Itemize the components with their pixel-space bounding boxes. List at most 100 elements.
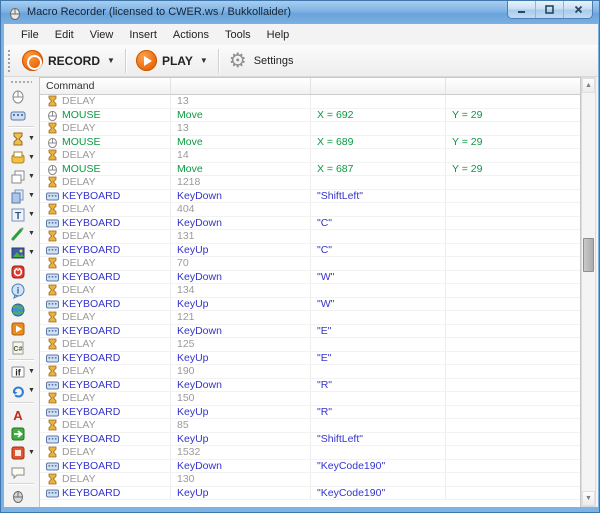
record-icon bbox=[22, 50, 43, 71]
table-row-mouse[interactable]: MOUSEMoveX = 687Y = 29 bbox=[40, 163, 580, 177]
keyboard-row-icon bbox=[46, 271, 59, 283]
table-row-delay[interactable]: DELAY70 bbox=[40, 257, 580, 271]
chevron-down-icon[interactable]: ▼ bbox=[28, 135, 35, 142]
table-row-keyboard[interactable]: KEYBOARDKeyDown"KeyCode190" bbox=[40, 460, 580, 474]
vertical-scrollbar[interactable]: ▲ ▼ bbox=[581, 77, 596, 507]
table-row-delay[interactable]: DELAY150 bbox=[40, 392, 580, 406]
table-row-delay[interactable]: DELAY13 bbox=[40, 95, 580, 109]
table-row-keyboard[interactable]: KEYBOARDKeyUp"W" bbox=[40, 298, 580, 312]
table-row-delay[interactable]: DELAY125 bbox=[40, 338, 580, 352]
chevron-down-icon[interactable]: ▼ bbox=[28, 211, 35, 218]
play-dropdown-caret[interactable]: ▼ bbox=[200, 56, 208, 65]
table-row-keyboard[interactable]: KEYBOARDKeyDown"W" bbox=[40, 271, 580, 285]
table-row-delay[interactable]: DELAY14 bbox=[40, 149, 580, 163]
sidebar-gripper[interactable] bbox=[10, 80, 32, 84]
command-cell: DELAY bbox=[62, 446, 96, 458]
table-row-delay[interactable]: DELAY85 bbox=[40, 419, 580, 433]
sidebar-button-loop[interactable]: ▼ bbox=[4, 381, 38, 400]
sidebar-button-website-globe[interactable] bbox=[4, 300, 38, 319]
toolbar-gripper[interactable] bbox=[7, 49, 12, 73]
minimize-button[interactable] bbox=[508, 1, 536, 18]
sidebar-button-clipboard[interactable]: ▼ bbox=[4, 186, 38, 205]
sidebar-button-launch-file[interactable]: ▼ bbox=[4, 148, 38, 167]
sidebar-button-keyboard[interactable] bbox=[4, 105, 38, 124]
sidebar-button-label[interactable]: A bbox=[4, 405, 38, 424]
table-row-keyboard[interactable]: KEYBOARDKeyDown"R" bbox=[40, 379, 580, 393]
sidebar-button-goto[interactable] bbox=[4, 424, 38, 443]
table-row-delay[interactable]: DELAY190 bbox=[40, 365, 580, 379]
menu-item-file[interactable]: File bbox=[13, 26, 47, 44]
sidebar-button-delay-hourglass[interactable]: ▼ bbox=[4, 129, 38, 148]
menu-item-help[interactable]: Help bbox=[259, 26, 298, 44]
loop-icon bbox=[10, 383, 26, 399]
toolbar-separator bbox=[125, 49, 126, 73]
settings-button[interactable]: ⚙ Settings bbox=[223, 48, 300, 74]
table-row-keyboard[interactable]: KEYBOARDKeyUp"E" bbox=[40, 352, 580, 366]
chevron-down-icon[interactable]: ▼ bbox=[28, 192, 35, 199]
table-row-delay[interactable]: DELAY131 bbox=[40, 230, 580, 244]
sidebar-button-mouse-pointer[interactable] bbox=[4, 486, 38, 505]
sidebar-button-shutdown[interactable] bbox=[4, 262, 38, 281]
sidebar-button-if-statement[interactable]: if▼ bbox=[4, 362, 38, 381]
menu-item-insert[interactable]: Insert bbox=[121, 26, 165, 44]
table-row-keyboard[interactable]: KEYBOARDKeyUp"ShiftLeft" bbox=[40, 433, 580, 447]
sidebar-button-window-command[interactable]: ▼ bbox=[4, 167, 38, 186]
close-button[interactable] bbox=[564, 1, 592, 18]
table-row-delay[interactable]: DELAY404 bbox=[40, 203, 580, 217]
record-dropdown-caret[interactable]: ▼ bbox=[107, 56, 115, 65]
command-cell: KEYBOARD bbox=[62, 244, 120, 256]
param3-cell bbox=[446, 95, 580, 108]
param2-cell bbox=[311, 365, 446, 378]
titlebar[interactable]: Macro Recorder (licensed to CWER.ws / Bu… bbox=[1, 1, 600, 24]
maximize-button[interactable] bbox=[536, 1, 564, 18]
column-header-4[interactable] bbox=[446, 78, 580, 94]
menu-item-tools[interactable]: Tools bbox=[217, 26, 259, 44]
scroll-down-button[interactable]: ▼ bbox=[582, 491, 595, 506]
sidebar-button-csharp-code[interactable]: C# bbox=[4, 338, 38, 357]
table-row-delay[interactable]: DELAY1218 bbox=[40, 176, 580, 190]
table-row-keyboard[interactable]: KEYBOARDKeyDown"E" bbox=[40, 325, 580, 339]
sidebar-button-comment[interactable] bbox=[4, 462, 38, 481]
table-row-delay[interactable]: DELAY13 bbox=[40, 122, 580, 136]
chevron-down-icon[interactable]: ▼ bbox=[28, 368, 35, 375]
menu-item-view[interactable]: View bbox=[82, 26, 122, 44]
column-header-command[interactable]: Command bbox=[40, 78, 171, 94]
sidebar-button-tooltip-info[interactable]: i bbox=[4, 281, 38, 300]
param1-cell: KeyUp bbox=[171, 406, 311, 419]
scrollbar-thumb[interactable] bbox=[583, 238, 594, 272]
column-header-2[interactable] bbox=[171, 78, 311, 94]
scroll-up-button[interactable]: ▲ bbox=[582, 78, 595, 93]
chevron-down-icon[interactable]: ▼ bbox=[28, 449, 35, 456]
param1-cell: KeyUp bbox=[171, 244, 311, 257]
table-row-delay[interactable]: DELAY134 bbox=[40, 284, 580, 298]
chevron-down-icon[interactable]: ▼ bbox=[28, 154, 35, 161]
chevron-down-icon[interactable]: ▼ bbox=[28, 173, 35, 180]
sidebar-button-mouse[interactable] bbox=[4, 86, 38, 105]
column-header-3[interactable] bbox=[311, 78, 446, 94]
menu-item-edit[interactable]: Edit bbox=[47, 26, 82, 44]
table-row-mouse[interactable]: MOUSEMoveX = 689Y = 29 bbox=[40, 136, 580, 150]
chevron-down-icon[interactable]: ▼ bbox=[28, 249, 35, 256]
table-row-keyboard[interactable]: KEYBOARDKeyUp"R" bbox=[40, 406, 580, 420]
record-button[interactable]: RECORD ▼ bbox=[16, 47, 121, 74]
table-row-mouse[interactable]: MOUSEMoveX = 692Y = 29 bbox=[40, 109, 580, 123]
sidebar-button-stop[interactable]: ▼ bbox=[4, 443, 38, 462]
table-row-delay[interactable]: DELAY1532 bbox=[40, 446, 580, 460]
sidebar-button-pixel-pen[interactable]: ▼ bbox=[4, 224, 38, 243]
table-row-delay[interactable]: DELAY130 bbox=[40, 473, 580, 487]
table-row-keyboard[interactable]: KEYBOARDKeyUp"KeyCode190" bbox=[40, 487, 580, 501]
table-row-keyboard[interactable]: KEYBOARDKeyDown"C" bbox=[40, 217, 580, 231]
play-button[interactable]: PLAY ▼ bbox=[130, 47, 214, 74]
chevron-down-icon[interactable]: ▼ bbox=[28, 230, 35, 237]
table-row-keyboard[interactable]: KEYBOARDKeyUp"C" bbox=[40, 244, 580, 258]
command-cell: KEYBOARD bbox=[62, 352, 120, 364]
sidebar-button-run-program[interactable] bbox=[4, 319, 38, 338]
param2-cell bbox=[311, 284, 446, 297]
sidebar-button-find-image[interactable]: ▼ bbox=[4, 243, 38, 262]
menu-item-actions[interactable]: Actions bbox=[165, 26, 217, 44]
table-row-keyboard[interactable]: KEYBOARDKeyDown"ShiftLeft" bbox=[40, 190, 580, 204]
table-row-delay[interactable]: DELAY121 bbox=[40, 311, 580, 325]
sidebar-button-type-text[interactable]: T▼ bbox=[4, 205, 38, 224]
command-cell: KEYBOARD bbox=[62, 298, 120, 310]
chevron-down-icon[interactable]: ▼ bbox=[28, 387, 35, 394]
